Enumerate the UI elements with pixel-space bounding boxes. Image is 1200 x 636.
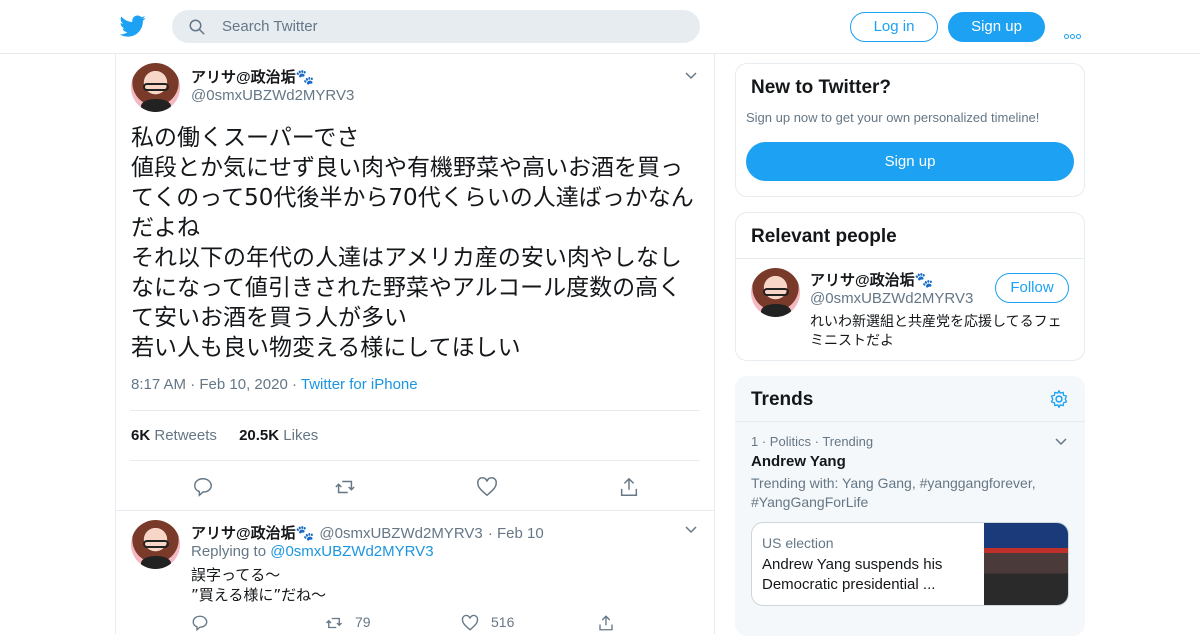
tweet-text: 私の働くスーパーでさ 値段とか気にせず良い肉や有機野菜や高いお酒を買ってくのって… bbox=[131, 125, 694, 361]
avatar[interactable] bbox=[131, 63, 180, 112]
news-thumbnail bbox=[984, 523, 1068, 605]
reply-like-count: 516 bbox=[491, 614, 515, 630]
card-title: Relevant people bbox=[751, 226, 897, 247]
news-card[interactable]: US election Andrew Yang suspends his Dem… bbox=[751, 522, 1069, 606]
tweet-source[interactable]: Twitter for iPhone bbox=[301, 376, 418, 393]
person-bio: れいわ新選組と共産党を応援してるフェミニストだよ bbox=[810, 314, 1062, 349]
reply-header: アリサ@政治垢🐾 @0smxUBZWd2MYRV3 · Feb 10 bbox=[191, 525, 544, 542]
reply-date[interactable]: Feb 10 bbox=[497, 525, 544, 542]
search-input[interactable] bbox=[222, 10, 682, 43]
retweet-icon[interactable] bbox=[334, 476, 356, 498]
search-box[interactable] bbox=[172, 10, 700, 43]
login-button[interactable]: Log in bbox=[850, 12, 938, 42]
news-headline: Andrew Yang suspends his Democratic pres… bbox=[762, 556, 943, 593]
tweet-column: アリサ@政治垢🐾 @0smxUBZWd2MYRV3 私の働くスーパーでさ 値段と… bbox=[115, 54, 715, 634]
search-icon bbox=[189, 19, 205, 35]
sidebar-signup-button[interactable]: Sign up bbox=[746, 142, 1074, 181]
signup-button[interactable]: Sign up bbox=[948, 12, 1045, 42]
reply-retweet-count: 79 bbox=[355, 614, 371, 630]
follow-button[interactable]: Follow bbox=[995, 273, 1069, 303]
reply-icon[interactable] bbox=[191, 614, 209, 632]
reply-author-handle[interactable]: @0smxUBZWd2MYRV3 bbox=[319, 525, 482, 542]
news-category: US election bbox=[762, 535, 834, 551]
top-bar: Log in Sign up bbox=[0, 0, 1200, 54]
tweet-author[interactable]: アリサ@政治垢🐾 @0smxUBZWd2MYRV3 bbox=[191, 66, 354, 104]
tweet-meta: 8:17 AM · Feb 10, 2020 · Twitter for iPh… bbox=[131, 376, 418, 393]
author-handle: @0smxUBZWd2MYRV3 bbox=[191, 87, 355, 104]
tweet-stats: 6K Retweets 20.5K Likes bbox=[131, 427, 318, 444]
more-icon[interactable] bbox=[1064, 24, 1082, 43]
heart-icon[interactable] bbox=[476, 476, 498, 498]
divider bbox=[735, 421, 1085, 422]
tweet-date[interactable]: Feb 10, 2020 bbox=[199, 376, 287, 393]
divider bbox=[130, 460, 700, 461]
reply-text: 誤字ってる〜 ”買える様に”だね〜 bbox=[191, 566, 327, 604]
card-title: New to Twitter? bbox=[751, 77, 892, 98]
person-info[interactable]: アリサ@政治垢🐾 @0smxUBZWd2MYRV3 bbox=[810, 269, 973, 307]
person-handle: @0smxUBZWd2MYRV3 bbox=[810, 290, 974, 307]
card-subtitle: Sign up now to get your own personalized… bbox=[746, 110, 1040, 125]
tweet-time[interactable]: 8:17 AM bbox=[131, 376, 186, 393]
heart-icon[interactable] bbox=[461, 614, 479, 632]
trend-topic[interactable]: Andrew Yang bbox=[751, 453, 846, 470]
twitter-bird-icon[interactable] bbox=[120, 13, 146, 39]
retweets-stat[interactable]: 6K Retweets bbox=[131, 427, 217, 444]
reply-icon[interactable] bbox=[192, 476, 214, 498]
trends-title: Trends bbox=[751, 389, 814, 410]
replying-to-handle[interactable]: @0smxUBZWd2MYRV3 bbox=[270, 543, 433, 560]
chevron-down-icon[interactable] bbox=[685, 524, 697, 536]
retweet-icon[interactable] bbox=[325, 614, 343, 632]
replying-to: Replying to @0smxUBZWd2MYRV3 bbox=[191, 543, 434, 560]
chevron-down-icon[interactable] bbox=[1055, 436, 1067, 448]
share-icon[interactable] bbox=[618, 476, 640, 498]
reply-author-name[interactable]: アリサ@政治垢🐾 bbox=[191, 525, 314, 542]
divider bbox=[736, 258, 1084, 259]
trends-panel: Trends 1 · Politics · Trending Andrew Ya… bbox=[735, 376, 1085, 636]
new-to-twitter-card: New to Twitter? Sign up now to get your … bbox=[735, 63, 1085, 197]
trending-with: Trending with: Yang Gang, #yanggangforev… bbox=[751, 475, 1036, 510]
share-icon[interactable] bbox=[597, 614, 615, 632]
likes-stat[interactable]: 20.5K Likes bbox=[239, 427, 318, 444]
divider bbox=[130, 410, 700, 411]
avatar[interactable] bbox=[131, 520, 180, 569]
divider bbox=[116, 510, 714, 511]
gear-icon[interactable] bbox=[1049, 389, 1069, 409]
trend-meta: 1 · Politics · Trending bbox=[751, 434, 874, 449]
chevron-down-icon[interactable] bbox=[685, 70, 697, 82]
person-name: アリサ@政治垢🐾 bbox=[810, 272, 934, 289]
author-name: アリサ@政治垢🐾 bbox=[191, 69, 315, 86]
reply-actions: 79 516 bbox=[191, 614, 691, 634]
avatar[interactable] bbox=[751, 268, 800, 317]
relevant-people-card: Relevant people アリサ@政治垢🐾 @0smxUBZWd2MYRV… bbox=[735, 212, 1085, 361]
